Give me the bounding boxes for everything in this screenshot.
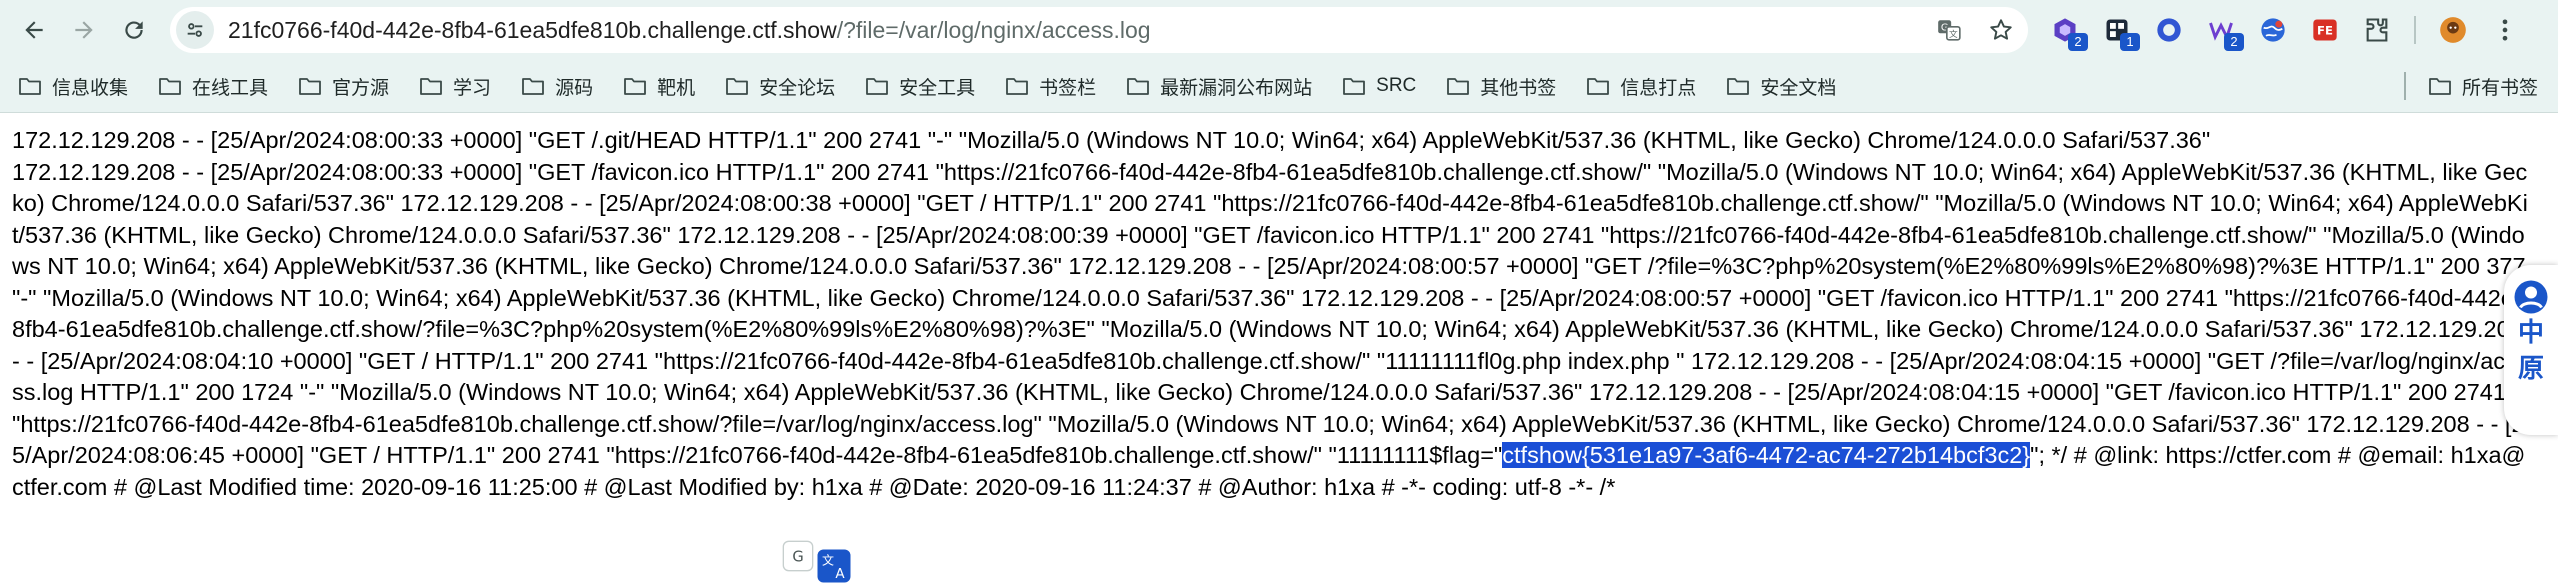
extension-globe[interactable] xyxy=(2258,15,2288,45)
bookmark-folder[interactable]: 学习 xyxy=(419,73,491,100)
forward-button[interactable] xyxy=(62,8,106,52)
folder-icon xyxy=(726,78,748,95)
folder-icon xyxy=(420,78,442,95)
translate-popup-icon[interactable]: G xyxy=(782,540,814,572)
bookmark-label: 书签栏 xyxy=(1039,77,1097,99)
translate-language-icon[interactable]: 文 A xyxy=(816,548,852,584)
extension-grid[interactable]: 1 xyxy=(2102,15,2140,51)
extensions-button[interactable] xyxy=(2362,15,2392,45)
bookmark-folder[interactable]: 在线工具 xyxy=(158,73,268,100)
bookmark-folder[interactable]: SRC xyxy=(1342,75,1416,97)
site-info-button[interactable] xyxy=(176,11,214,49)
bookmark-folder[interactable]: 靶机 xyxy=(623,73,695,100)
avatar-icon xyxy=(2440,17,2466,43)
forward-icon xyxy=(75,21,93,39)
bookmark-label: 靶机 xyxy=(657,77,696,99)
extension-hexagon[interactable]: 2 xyxy=(2050,15,2088,51)
folder-icon xyxy=(299,78,321,95)
bookmark-label: 安全工具 xyxy=(899,77,976,99)
back-button[interactable] xyxy=(12,8,56,52)
folder-icon xyxy=(522,78,544,95)
bookmark-folder[interactable]: 最新漏洞公布网站 xyxy=(1126,73,1312,100)
reload-button[interactable] xyxy=(112,8,156,52)
folder-icon xyxy=(159,78,181,95)
folder-icon xyxy=(866,78,889,95)
folder-icon xyxy=(1587,78,1610,95)
bookmark-label: 源码 xyxy=(555,77,594,99)
menu-button[interactable] xyxy=(2490,15,2520,45)
divider xyxy=(2414,16,2416,44)
folder-icon xyxy=(19,78,41,95)
svg-text:G: G xyxy=(792,548,803,565)
bookmark-folder[interactable]: 安全文档 xyxy=(1726,73,1836,100)
extension-wappalyzer[interactable]: 2 xyxy=(2206,15,2244,51)
bookmark-star-icon[interactable] xyxy=(1988,17,2014,43)
bookmark-folder[interactable]: 安全工具 xyxy=(865,73,975,100)
extensions-icon xyxy=(2366,18,2388,42)
url-text[interactable]: 21fc0766-f40d-442e-8fb4-61ea5dfe810b.cha… xyxy=(228,17,1151,44)
bookmark-label: 其他书签 xyxy=(1480,77,1557,99)
bookmark-label: 在线工具 xyxy=(192,77,269,99)
bookmark-label: 信息打点 xyxy=(1620,77,1697,99)
back-icon xyxy=(25,21,43,39)
bookmark-folder[interactable]: 其他书签 xyxy=(1446,73,1556,100)
folder-icon xyxy=(1127,78,1150,95)
extension-circle[interactable] xyxy=(2154,15,2184,45)
bookmark-folder[interactable]: 信息收集 xyxy=(18,73,128,100)
site-info-icon xyxy=(187,23,203,37)
folder-icon xyxy=(1006,78,1029,95)
bookmarks-bar: 信息收集 在线工具 官方源 学习 源码 靶机 安全论坛 安全工具 书签栏 最新漏洞公布网站 SRC 其… xyxy=(0,60,2558,113)
globe-extension-icon xyxy=(2261,18,2285,42)
bookmark-label: 安全论坛 xyxy=(759,77,836,99)
translate-icon[interactable]: G文 xyxy=(1936,17,1962,43)
assistant-logo-icon xyxy=(2514,280,2548,314)
bookmark-folder[interactable]: 书签栏 xyxy=(1005,73,1096,100)
bookmark-label: 学习 xyxy=(453,77,492,99)
folder-icon xyxy=(624,78,646,95)
log-text: 172.12.129.208 - - [25/Apr/2024:08:00:33… xyxy=(12,127,2530,468)
fe-extension-icon: FE xyxy=(2313,19,2337,41)
browser-toolbar: 21fc0766-f40d-442e-8fb4-61ea5dfe810b.cha… xyxy=(0,0,2558,60)
bookmark-label: 信息收集 xyxy=(52,77,129,99)
profile-avatar[interactable] xyxy=(2438,15,2468,45)
extension-badge: 2 xyxy=(2224,33,2244,51)
url-path: /?file=/var/log/nginx/access.log xyxy=(836,16,1151,43)
bookmarks-separator xyxy=(2404,72,2406,100)
extensions-row: 2 1 2 FE xyxy=(2050,8,2520,52)
folder-icon xyxy=(1343,78,1366,95)
page-content: 172.12.129.208 - - [25/Apr/2024:08:00:33… xyxy=(12,125,2532,503)
extension-fe[interactable]: FE xyxy=(2310,15,2340,45)
svg-text:A: A xyxy=(835,566,845,582)
bookmark-folder[interactable]: 信息打点 xyxy=(1586,73,1696,100)
bookmark-label: 官方源 xyxy=(332,77,390,99)
bookmark-folder[interactable]: 安全论坛 xyxy=(725,73,835,100)
bookmark-folder[interactable]: 源码 xyxy=(521,73,593,100)
folder-icon xyxy=(1447,78,1470,95)
menu-icon xyxy=(2502,19,2508,41)
bookmark-label: 最新漏洞公布网站 xyxy=(1160,77,1313,99)
folder-icon xyxy=(2429,78,2451,95)
selected-flag-text[interactable]: ctfshow{531e1a97-3af6-4472-ac74-272b14bc… xyxy=(1502,442,2031,468)
side-widget-char: 原 xyxy=(2517,354,2544,384)
reload-icon xyxy=(125,21,143,39)
circle-extension-icon xyxy=(2157,18,2181,42)
svg-text:FE: FE xyxy=(2317,24,2333,38)
side-widget-char: 中 xyxy=(2517,318,2544,348)
svg-text:文: 文 xyxy=(822,553,834,568)
address-bar[interactable]: 21fc0766-f40d-442e-8fb4-61ea5dfe810b.cha… xyxy=(170,7,2028,53)
extension-badge: 1 xyxy=(2120,33,2140,51)
all-bookmarks-button[interactable]: 所有书签 xyxy=(2428,60,2538,112)
url-host: 21fc0766-f40d-442e-8fb4-61ea5dfe810b.cha… xyxy=(228,16,837,43)
bookmark-label: 安全文档 xyxy=(1760,77,1837,99)
svg-text:文: 文 xyxy=(1949,28,1958,40)
bookmark-folder[interactable]: 官方源 xyxy=(298,73,389,100)
extension-badge: 2 xyxy=(2068,33,2088,51)
all-bookmarks-label: 所有书签 xyxy=(2462,77,2539,99)
folder-icon xyxy=(1727,78,1750,95)
side-assistant-widget[interactable]: 中 原 xyxy=(2504,265,2558,435)
bookmark-label: SRC xyxy=(1376,75,1417,96)
